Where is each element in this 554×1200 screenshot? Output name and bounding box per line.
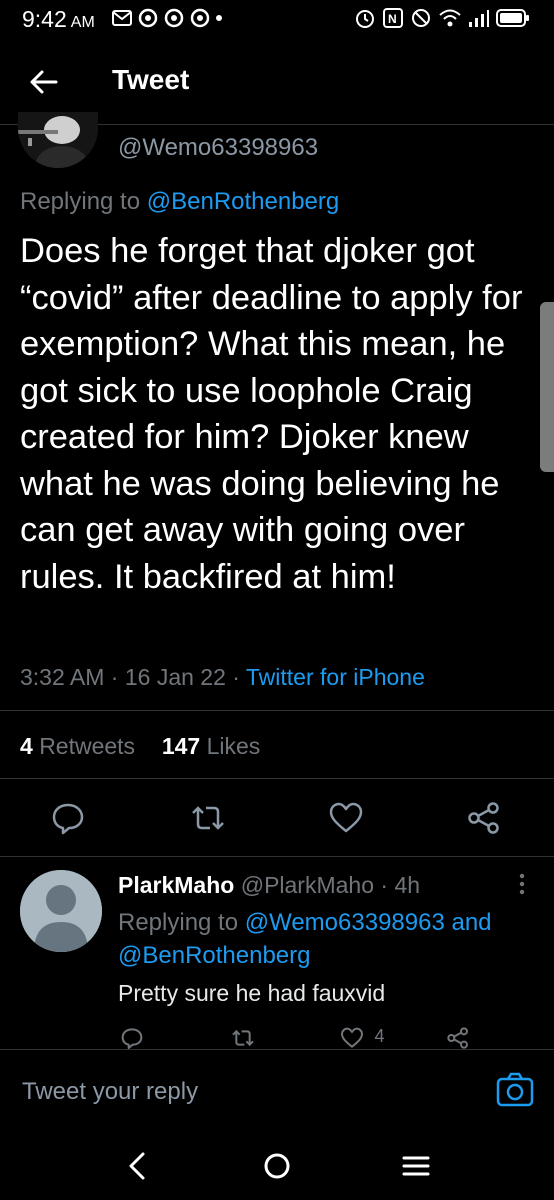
divider <box>0 856 554 857</box>
tweet-time[interactable]: 3:32 AM <box>20 664 104 690</box>
system-icons: N <box>354 7 530 29</box>
chevron-left-icon <box>129 1152 145 1180</box>
reply-replying-to-line: Replying to @Wemo63398963 and @BenRothen… <box>118 906 538 972</box>
replying-to-prefix: Replying to <box>20 188 141 215</box>
app-notification-icon <box>138 8 158 28</box>
share-button[interactable] <box>466 800 502 836</box>
page-title: Tweet <box>112 64 190 95</box>
nav-home-button[interactable] <box>257 1146 297 1186</box>
app-notification-icon <box>190 8 210 28</box>
share-icon <box>468 802 499 834</box>
signal-icon <box>469 10 489 27</box>
divider <box>0 710 554 711</box>
menu-lines-icon <box>402 1156 430 1176</box>
meta-separator: · <box>110 664 125 690</box>
default-avatar-icon <box>20 870 102 952</box>
reply-retweet-button[interactable] <box>230 1026 256 1050</box>
tweet-date[interactable]: 16 Jan 22 <box>125 664 226 690</box>
status-time: 9:42 AM <box>22 6 95 33</box>
mention-link[interactable]: @BenRothenberg <box>147 188 340 215</box>
more-notifications-dot-icon <box>216 15 222 21</box>
system-nav-bar <box>0 1130 554 1200</box>
app-notification-icon <box>164 8 184 28</box>
likes-stat[interactable]: 147 Likes <box>162 733 260 759</box>
replying-to-line: Replying to @BenRothenberg <box>20 188 339 216</box>
arrow-left-icon <box>30 70 58 94</box>
nfc-icon: N <box>383 8 403 28</box>
tweet-actions <box>0 800 554 840</box>
more-options-button[interactable] <box>512 872 532 896</box>
divider <box>0 778 554 779</box>
tweet-stats: 4 Retweets 147 Likes <box>20 733 260 760</box>
battery-icon <box>496 9 529 27</box>
replying-to-prefix: Replying to <box>118 909 239 936</box>
home-circle-icon <box>264 1153 290 1179</box>
reply-input[interactable] <box>20 1074 464 1110</box>
retweet-icon <box>232 1029 254 1047</box>
svg-text:N: N <box>388 12 397 26</box>
retweets-count: 4 <box>20 733 33 759</box>
tweet-detail-screen: 9:42 AM N Tweet @Wemo63398963 Replying t… <box>0 0 554 1200</box>
tweet-body: Does he forget that djoker got “covid” a… <box>20 232 533 596</box>
reply-reply-button[interactable] <box>120 1026 144 1050</box>
reply-author-name[interactable]: PlarkMaho <box>118 872 234 898</box>
replying-and: and <box>451 909 492 936</box>
nav-back-button[interactable] <box>118 1146 158 1186</box>
retweets-label: Retweets <box>39 733 136 759</box>
tweet-meta: 3:32 AM · 16 Jan 22 · Twitter for iPhone <box>20 664 425 691</box>
avatar-image <box>18 112 98 168</box>
mention-link[interactable]: @BenRothenberg <box>118 942 311 969</box>
more-vertical-icon <box>519 873 525 895</box>
status-ampm: AM <box>70 14 95 31</box>
nav-recents-button[interactable] <box>396 1146 436 1186</box>
retweet-button[interactable] <box>190 800 226 836</box>
back-button[interactable] <box>26 64 62 100</box>
reply-likes-count: 4 <box>374 1026 385 1046</box>
alarm-icon <box>356 10 374 28</box>
author-avatar[interactable] <box>18 112 98 168</box>
reply-author-handle[interactable]: @PlarkMaho <box>241 872 374 898</box>
heart-icon <box>341 1027 363 1048</box>
like-button[interactable] <box>328 800 364 836</box>
reply-age: 4h <box>394 872 421 898</box>
reply-icon <box>121 1028 143 1049</box>
reply-share-button[interactable] <box>446 1026 470 1050</box>
likes-count: 147 <box>161 733 201 759</box>
reply-author-line: PlarkMaho @PlarkMaho · 4h <box>118 872 420 899</box>
do-not-disturb-icon <box>412 9 430 27</box>
mention-link[interactable]: @Wemo63398963 <box>245 909 445 936</box>
reply-button[interactable] <box>50 800 86 836</box>
status-time-value: 9:42 <box>22 6 67 32</box>
author-handle[interactable]: @Wemo63398963 <box>118 134 318 162</box>
reply-icon <box>52 803 84 835</box>
likes-label: Likes <box>206 733 261 759</box>
retweets-stat[interactable]: 4 Retweets <box>20 733 135 759</box>
notification-icons <box>112 8 222 28</box>
retweet-icon <box>192 806 224 830</box>
meta-separator: · <box>232 664 246 690</box>
reply-author-avatar[interactable] <box>20 870 102 952</box>
reply-actions: 4 <box>0 1026 554 1050</box>
mail-icon <box>112 10 132 26</box>
reply-composer <box>0 1049 554 1130</box>
meta-separator: · <box>380 872 389 898</box>
tweet-source-link[interactable]: Twitter for iPhone <box>246 664 425 690</box>
camera-icon <box>496 1072 534 1107</box>
reply-body: Pretty sure he had fauxvid <box>118 980 386 1006</box>
status-bar: 9:42 AM N <box>0 0 554 42</box>
camera-button[interactable] <box>496 1072 534 1108</box>
share-icon <box>447 1027 468 1049</box>
reply-like-button[interactable]: 4 <box>340 1026 390 1050</box>
heart-icon <box>329 802 363 833</box>
scrollbar-handle[interactable] <box>540 302 554 472</box>
wifi-icon <box>439 9 461 27</box>
